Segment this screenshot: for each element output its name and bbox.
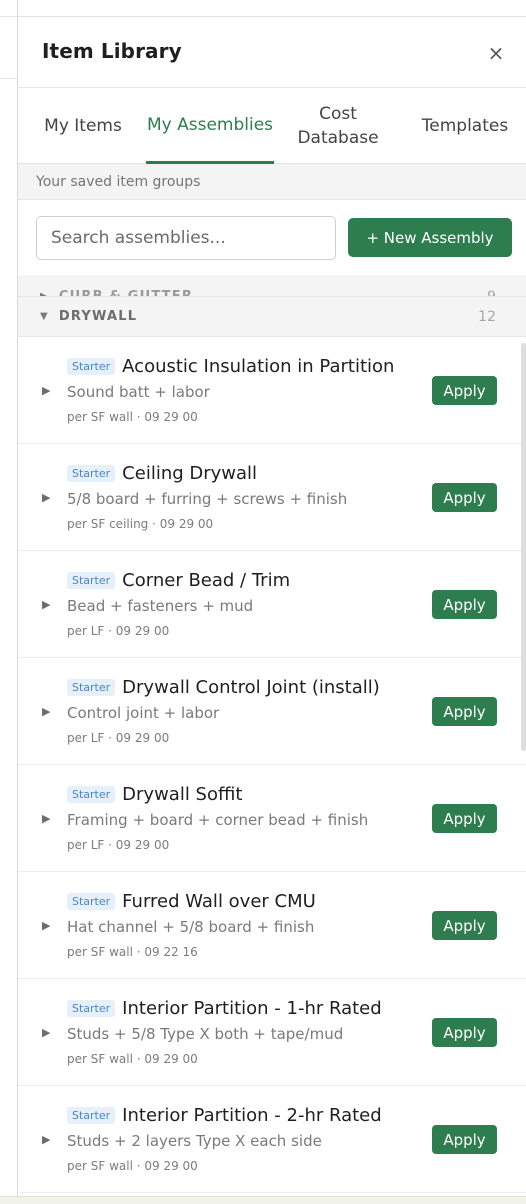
item-description: 5/8 board + furring + screws + finish — [67, 490, 348, 508]
caret-right-icon[interactable]: ▶ — [42, 384, 50, 397]
panel-header: Item Library × — [18, 17, 526, 88]
apply-button[interactable]: Apply — [432, 1018, 497, 1047]
item-name: Drywall Soffit — [122, 784, 243, 805]
item-library-panel: Item Library × My Items My Assemblies Co… — [18, 16, 526, 1196]
caret-right-icon[interactable]: ▶ — [42, 598, 50, 611]
starter-badge: Starter — [67, 1107, 116, 1124]
item-name: Ceiling Drywall — [122, 463, 258, 484]
list-item: ▶ Starter Corner Bead / Trim Bead + fast… — [18, 551, 526, 658]
caret-right-icon[interactable]: ▶ — [42, 705, 50, 718]
scrollbar[interactable] — [521, 343, 526, 751]
tab-my-items[interactable]: My Items — [28, 88, 138, 164]
starter-badge: Starter — [67, 893, 116, 910]
item-name: Corner Bead / Trim — [122, 570, 291, 591]
caret-right-icon[interactable]: ▶ — [42, 812, 50, 825]
list-item: ▶ Starter Interior Partition - 1-hr Rate… — [18, 979, 526, 1086]
starter-badge: Starter — [67, 572, 116, 589]
item-description: Bead + fasteners + mud — [67, 597, 254, 615]
item-description: Studs + 2 layers Type X each side — [67, 1132, 322, 1150]
list-item: ▶ Starter Drywall Soffit Framing + board… — [18, 765, 526, 872]
apply-button[interactable]: Apply — [432, 804, 497, 833]
list-item: ▶ Starter Interior Partition - 2-hr Rate… — [18, 1086, 526, 1193]
item-meta: per LF · 09 29 00 — [67, 731, 170, 745]
list-item: ▶ Starter Furred Wall over CMU Hat chann… — [18, 872, 526, 979]
caret-right-icon[interactable]: ▶ — [42, 1026, 50, 1039]
starter-badge: Starter — [67, 358, 116, 375]
apply-button[interactable]: Apply — [432, 911, 497, 940]
search-input[interactable] — [36, 216, 336, 260]
list-item: ▶ Starter Acoustic Insulation in Partiti… — [18, 337, 526, 444]
caret-right-icon[interactable]: ▶ — [42, 1133, 50, 1146]
assembly-list: ▶ Starter Acoustic Insulation in Partiti… — [18, 337, 526, 1193]
apply-button[interactable]: Apply — [432, 376, 497, 405]
new-assembly-button[interactable]: + New Assembly — [348, 218, 512, 257]
panel-title: Item Library — [42, 39, 182, 63]
item-name: Interior Partition - 1-hr Rated — [122, 998, 382, 1019]
item-meta: per SF wall · 09 29 00 — [67, 410, 198, 424]
background-page-edge — [0, 0, 18, 1204]
apply-button[interactable]: Apply — [432, 697, 497, 726]
tab-templates[interactable]: Templates — [404, 88, 526, 164]
starter-badge: Starter — [67, 786, 116, 803]
item-meta: per SF wall · 09 22 16 — [67, 945, 198, 959]
toolbar: + New Assembly — [18, 200, 526, 275]
group-count: 9 — [487, 288, 496, 297]
apply-button[interactable]: Apply — [432, 590, 497, 619]
item-description: Sound batt + labor — [67, 383, 210, 401]
item-description: Hat channel + 5/8 board + finish — [67, 918, 315, 936]
close-icon[interactable]: × — [486, 41, 506, 65]
group-count: 12 — [478, 308, 496, 325]
tab-my-assemblies[interactable]: My Assemblies — [146, 88, 274, 164]
item-meta: per SF ceiling · 09 29 00 — [67, 517, 214, 531]
caret-right-icon[interactable]: ▶ — [42, 919, 50, 932]
caret-right-icon[interactable]: ▶ — [42, 491, 50, 504]
apply-button[interactable]: Apply — [432, 483, 497, 512]
apply-button[interactable]: Apply — [432, 1125, 497, 1154]
item-name: Acoustic Insulation in Partition — [122, 356, 395, 377]
caret-down-icon: ▼ — [40, 311, 49, 322]
background-footer-strip — [0, 1196, 526, 1204]
section-subtitle: Your saved item groups — [18, 164, 526, 200]
starter-badge: Starter — [67, 465, 116, 482]
item-name: Furred Wall over CMU — [122, 891, 316, 912]
item-meta: per SF wall · 09 29 00 — [67, 1052, 198, 1066]
group-name: DRYWALL — [58, 309, 138, 324]
item-meta: per LF · 09 29 00 — [67, 624, 170, 638]
group-header-curb-gutter[interactable]: ▶ CURB & GUTTER 9 — [18, 275, 526, 297]
starter-badge: Starter — [67, 1000, 116, 1017]
list-item: ▶ Starter Ceiling Drywall 5/8 board + fu… — [18, 444, 526, 551]
item-meta: per SF wall · 09 29 00 — [67, 1159, 198, 1173]
item-name: Interior Partition - 2-hr Rated — [122, 1105, 382, 1126]
list-item: ▶ Starter Drywall Control Joint (install… — [18, 658, 526, 765]
group-name: CURB & GUTTER — [58, 289, 194, 297]
starter-badge: Starter — [67, 679, 116, 696]
item-description: Control joint + labor — [67, 704, 220, 722]
tab-bar: My Items My Assemblies Cost Database Tem… — [18, 88, 526, 164]
item-name: Drywall Control Joint (install) — [122, 677, 380, 698]
background-divider — [0, 78, 18, 79]
tab-cost-database[interactable]: Cost Database — [280, 88, 396, 164]
group-header-drywall[interactable]: ▼ DRYWALL 12 — [18, 297, 526, 337]
item-description: Studs + 5/8 Type X both + tape/mud — [67, 1025, 344, 1043]
item-description: Framing + board + corner bead + finish — [67, 811, 369, 829]
item-meta: per LF · 09 29 00 — [67, 838, 170, 852]
background-divider — [0, 16, 18, 17]
